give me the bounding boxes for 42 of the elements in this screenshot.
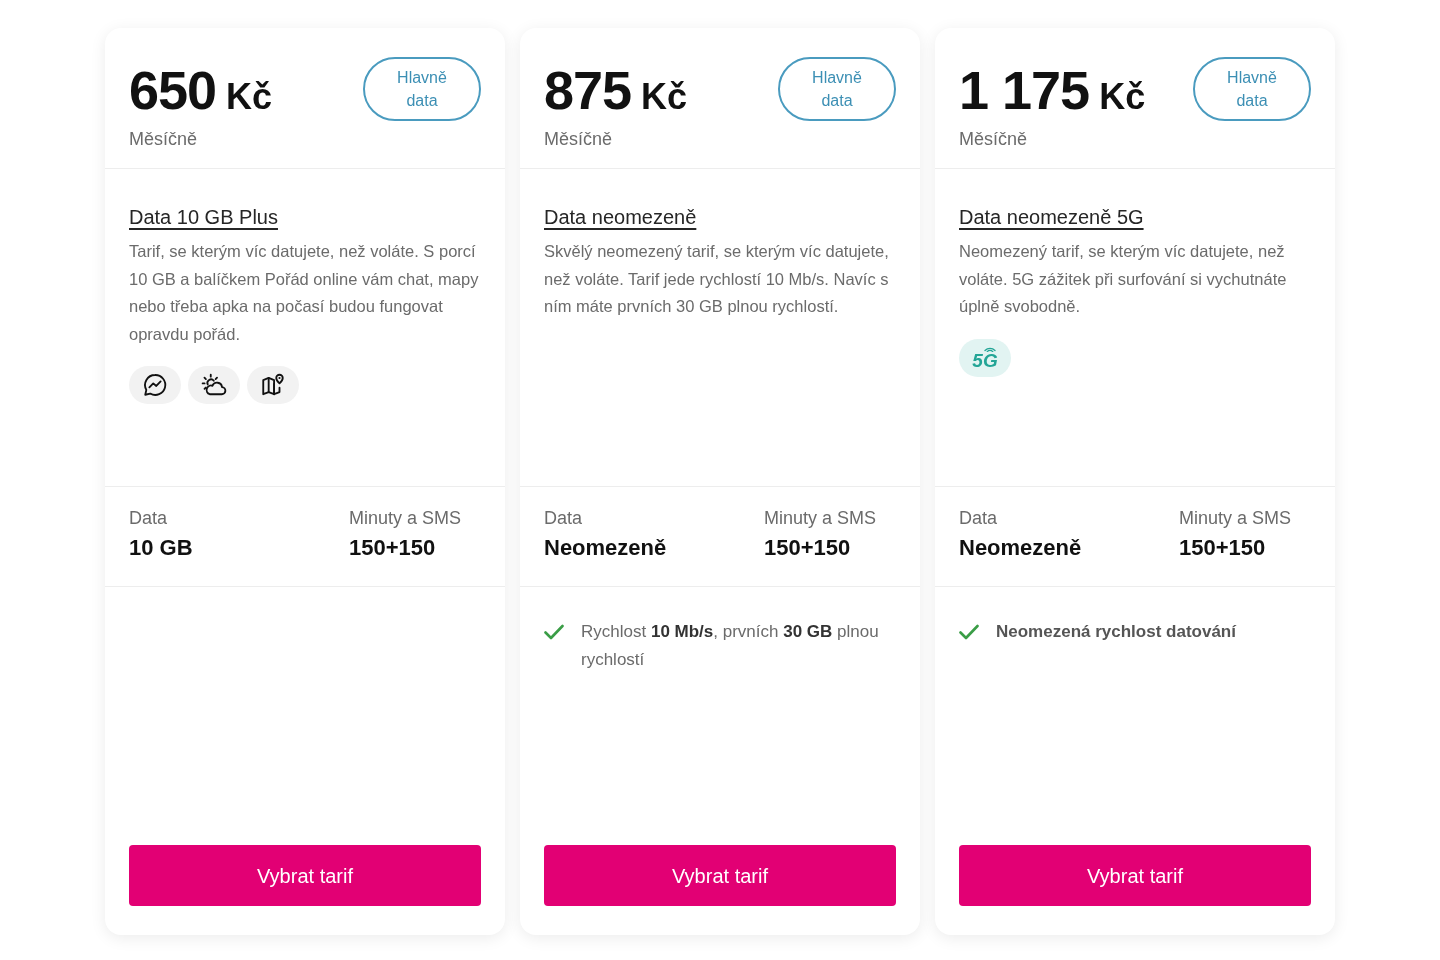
sun-cloud-icon <box>188 366 240 404</box>
plan-title-link[interactable]: Data neomezeně 5G <box>959 203 1144 231</box>
feature-text: Rychlost 10 Mb/s, prvních 30 GB plnou rychlostí <box>581 621 880 671</box>
category-tag: Hlavně data <box>363 57 481 121</box>
map-pin-icon <box>247 366 299 404</box>
stat-label: Data <box>544 507 584 530</box>
price-amount: 1 175 <box>959 60 1090 120</box>
select-plan-button[interactable]: Vybrat tarif <box>544 845 896 906</box>
billing-period: Měsíčně <box>544 128 613 151</box>
stat-label: Minuty a SMS <box>349 507 462 530</box>
price-currency: Kč <box>1099 75 1146 119</box>
category-tag: Hlavně data <box>1193 57 1311 121</box>
plan-description: Skvělý neomezený tarif, se kterým víc datujete, než voláte. Tarif jede rychlostí 10 Mb/s. Navíc s ním máte prvních 30 GB plnou rychlostí. <box>544 241 890 317</box>
feature-text: Neomezená rychlost datování <box>996 621 1236 643</box>
stat-label: Data <box>959 507 999 530</box>
stat-value: 150+150 <box>349 534 437 562</box>
chat-bubble-icon <box>129 366 181 404</box>
plan-description: Tarif, se kterým víc datujete, než voláte. S porcí 10 GB a balíčkem Pořád online vám chat, mapy nebo třeba apka na počasí budou fungovat opravdu pořád. <box>129 241 480 345</box>
stat-label: Minuty a SMS <box>764 507 877 530</box>
signal-arcs-icon <box>984 345 996 352</box>
plan-description: Neomezený tarif, se kterým víc datujete, než voláte. 5G zážitek při surfování si vychutnáte úplně svobodně. <box>959 241 1288 317</box>
stat-label: Data <box>129 507 169 530</box>
check-icon <box>959 624 979 640</box>
stat-value: Neomezeně <box>544 534 668 562</box>
price-amount: 875 <box>544 60 632 120</box>
stat-value: Neomezeně <box>959 534 1083 562</box>
stat-value: 10 GB <box>129 534 194 562</box>
stat-label: Minuty a SMS <box>1179 507 1292 530</box>
plan-title-link[interactable]: Data 10 GB Plus <box>129 203 278 231</box>
billing-period: Měsíčně <box>959 128 1028 151</box>
price-currency: Kč <box>226 75 273 119</box>
price-currency: Kč <box>641 75 688 119</box>
select-plan-button[interactable]: Vybrat tarif <box>129 845 481 906</box>
select-plan-button[interactable]: Vybrat tarif <box>959 845 1311 906</box>
check-icon <box>544 624 564 640</box>
stat-value: 150+150 <box>764 534 852 562</box>
price-amount: 650 <box>129 60 217 120</box>
stat-value: 150+150 <box>1179 534 1267 562</box>
category-tag: Hlavně data <box>778 57 896 121</box>
billing-period: Měsíčně <box>129 128 198 151</box>
plan-title-link[interactable]: Data neomezeně <box>544 203 697 231</box>
network-label: 5G <box>972 351 998 370</box>
